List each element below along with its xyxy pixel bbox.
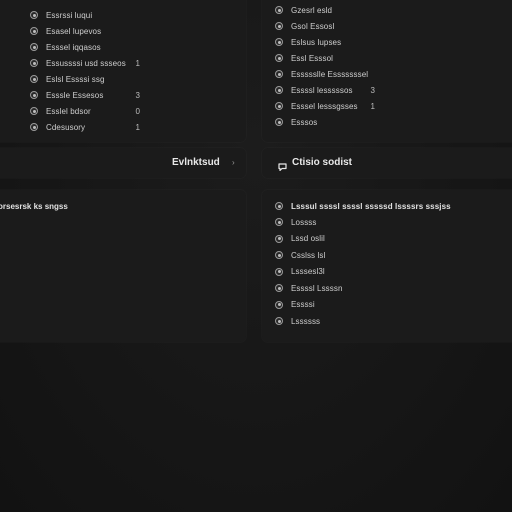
item-label: Essl Esssol	[291, 53, 333, 63]
right-bottom-list: Lsssul ssssl ssssl sssssd lssssrs sssjss…	[275, 198, 455, 330]
radio-icon[interactable]	[30, 27, 38, 35]
item-label: Essssi	[291, 300, 315, 310]
item-label: Esssel iqqasos	[46, 42, 101, 52]
radio-icon[interactable]	[275, 118, 283, 126]
right-top-panel: Gzesrl esld Gsol Essosl Eslsus lupses Es…	[262, 0, 512, 142]
item-label: Eslsus lupses	[291, 37, 342, 47]
radio-icon[interactable]	[30, 107, 38, 115]
right-bottom-panel: Lsssul ssssl ssssl sssssd lssssrs sssjss…	[262, 190, 512, 342]
right-top-list: Gzesrl esld Gsol Essosl Eslsus lupses Es…	[275, 2, 375, 130]
radio-icon[interactable]	[30, 91, 38, 99]
item-label: Essssl lesssssos	[291, 85, 353, 95]
radio-icon[interactable]	[275, 202, 283, 210]
radio-icon[interactable]	[275, 38, 283, 46]
list-item[interactable]: Esssle Essesos 3	[30, 87, 140, 103]
list-item[interactable]: Essussssi usd ssseos 1	[30, 55, 140, 71]
radio-icon[interactable]	[275, 251, 283, 260]
list-item[interactable]: Esslel bdsor 0	[30, 103, 140, 119]
list-item[interactable]: Csslss lsl	[275, 247, 455, 264]
item-count: 1	[135, 58, 140, 68]
left-section-bar[interactable]: Evlnktsud ›	[0, 148, 246, 178]
radio-icon[interactable]	[275, 284, 283, 293]
list-item[interactable]: Gzesrl esld	[275, 2, 375, 18]
radio-icon[interactable]	[30, 11, 38, 19]
item-count: 3	[135, 90, 140, 100]
item-label: Esslel bdsor	[46, 106, 91, 116]
section-bar-title: Ctisio sodist	[292, 157, 353, 168]
list-item[interactable]: Lsssul ssssl ssssl sssssd lssssrs sssjss	[275, 198, 455, 214]
list-item[interactable]: Cdesusory 1	[30, 119, 140, 135]
item-count: 1	[135, 122, 140, 132]
radio-icon[interactable]	[275, 234, 283, 243]
list-item[interactable]: Essl Esssol	[275, 50, 375, 66]
radio-icon[interactable]	[30, 59, 38, 67]
radio-icon[interactable]	[30, 75, 38, 83]
list-item[interactable]: Essssi	[275, 297, 455, 314]
chevron-right-icon[interactable]: ›	[232, 158, 235, 167]
item-label: Essssslle Esssssssel	[291, 69, 369, 79]
chat-bubble-icon[interactable]	[278, 158, 287, 172]
radio-icon[interactable]	[275, 267, 283, 276]
list-item[interactable]: Essssl Lssssn	[275, 280, 455, 297]
item-label: Lsssul ssssl ssssl sssssd lssssrs sssjss	[291, 201, 451, 211]
radio-icon[interactable]	[275, 218, 283, 227]
item-count: 3	[370, 85, 375, 95]
right-section-bar[interactable]: Ctisio sodist	[262, 148, 512, 178]
item-label: Cdesusory	[46, 122, 86, 132]
list-item[interactable]: Eslsus lupses	[275, 34, 375, 50]
item-label: Esasel lupevos	[46, 26, 102, 36]
left-top-panel: Essrssi luqui Esasel lupevos Esssel iqqa…	[0, 0, 246, 142]
radio-icon[interactable]	[275, 102, 283, 110]
list-item[interactable]: Esssel lesssgsses 1	[275, 98, 375, 114]
radio-icon[interactable]	[275, 300, 283, 309]
radio-icon[interactable]	[30, 43, 38, 51]
list-item[interactable]: Gsol Essosl	[275, 18, 375, 34]
item-label: Lsssesl3l	[291, 267, 325, 277]
list-item[interactable]: Essssl lesssssos 3	[275, 82, 375, 98]
radio-icon[interactable]	[275, 317, 283, 326]
list-item[interactable]: Lssssss	[275, 313, 455, 330]
item-label: Esssel lesssgsses	[291, 101, 358, 111]
radio-icon[interactable]	[275, 70, 283, 78]
item-label: Eslsl Essssi ssg	[46, 74, 105, 84]
item-count: 0	[135, 106, 140, 116]
item-label: Essssl Lssssn	[291, 283, 343, 293]
panel-heading: orsesrsk ks sngss	[0, 202, 68, 211]
radio-icon[interactable]	[275, 22, 283, 30]
left-bottom-panel: orsesrsk ks sngss	[0, 190, 246, 342]
list-item[interactable]: Lsssesl3l	[275, 264, 455, 281]
item-label: Csslss lsl	[291, 250, 326, 260]
list-item[interactable]: Esssos	[275, 114, 375, 130]
list-item[interactable]: Lossss	[275, 214, 455, 231]
item-label: Lssssss	[291, 316, 321, 326]
page: Essrssi luqui Esasel lupevos Esssel iqqa…	[0, 0, 512, 512]
item-label: Lossss	[291, 217, 317, 227]
list-item[interactable]: Lssd oslil	[275, 231, 455, 248]
item-label: Lssd oslil	[291, 234, 325, 244]
list-item[interactable]: Essrssi luqui	[30, 7, 140, 23]
radio-icon[interactable]	[275, 6, 283, 14]
list-item[interactable]: Eslsl Essssi ssg	[30, 71, 140, 87]
radio-icon[interactable]	[275, 86, 283, 94]
section-bar-title: Evlnktsud	[172, 157, 220, 168]
item-count: 1	[370, 101, 375, 111]
radio-icon[interactable]	[30, 123, 38, 131]
item-label: Gzesrl esld	[291, 5, 333, 15]
list-item[interactable]: Esasel lupevos	[30, 23, 140, 39]
list-item[interactable]: Essssslle Esssssssel	[275, 66, 375, 82]
radio-icon[interactable]	[275, 54, 283, 62]
item-label: Esssle Essesos	[46, 90, 104, 100]
item-label: Essussssi usd ssseos	[46, 58, 126, 68]
list-item[interactable]: Esssel iqqasos	[30, 39, 140, 55]
item-label: Essrssi luqui	[46, 10, 93, 20]
item-label: Esssos	[291, 117, 318, 127]
left-top-list: Essrssi luqui Esasel lupevos Esssel iqqa…	[30, 7, 140, 135]
item-label: Gsol Essosl	[291, 21, 335, 31]
